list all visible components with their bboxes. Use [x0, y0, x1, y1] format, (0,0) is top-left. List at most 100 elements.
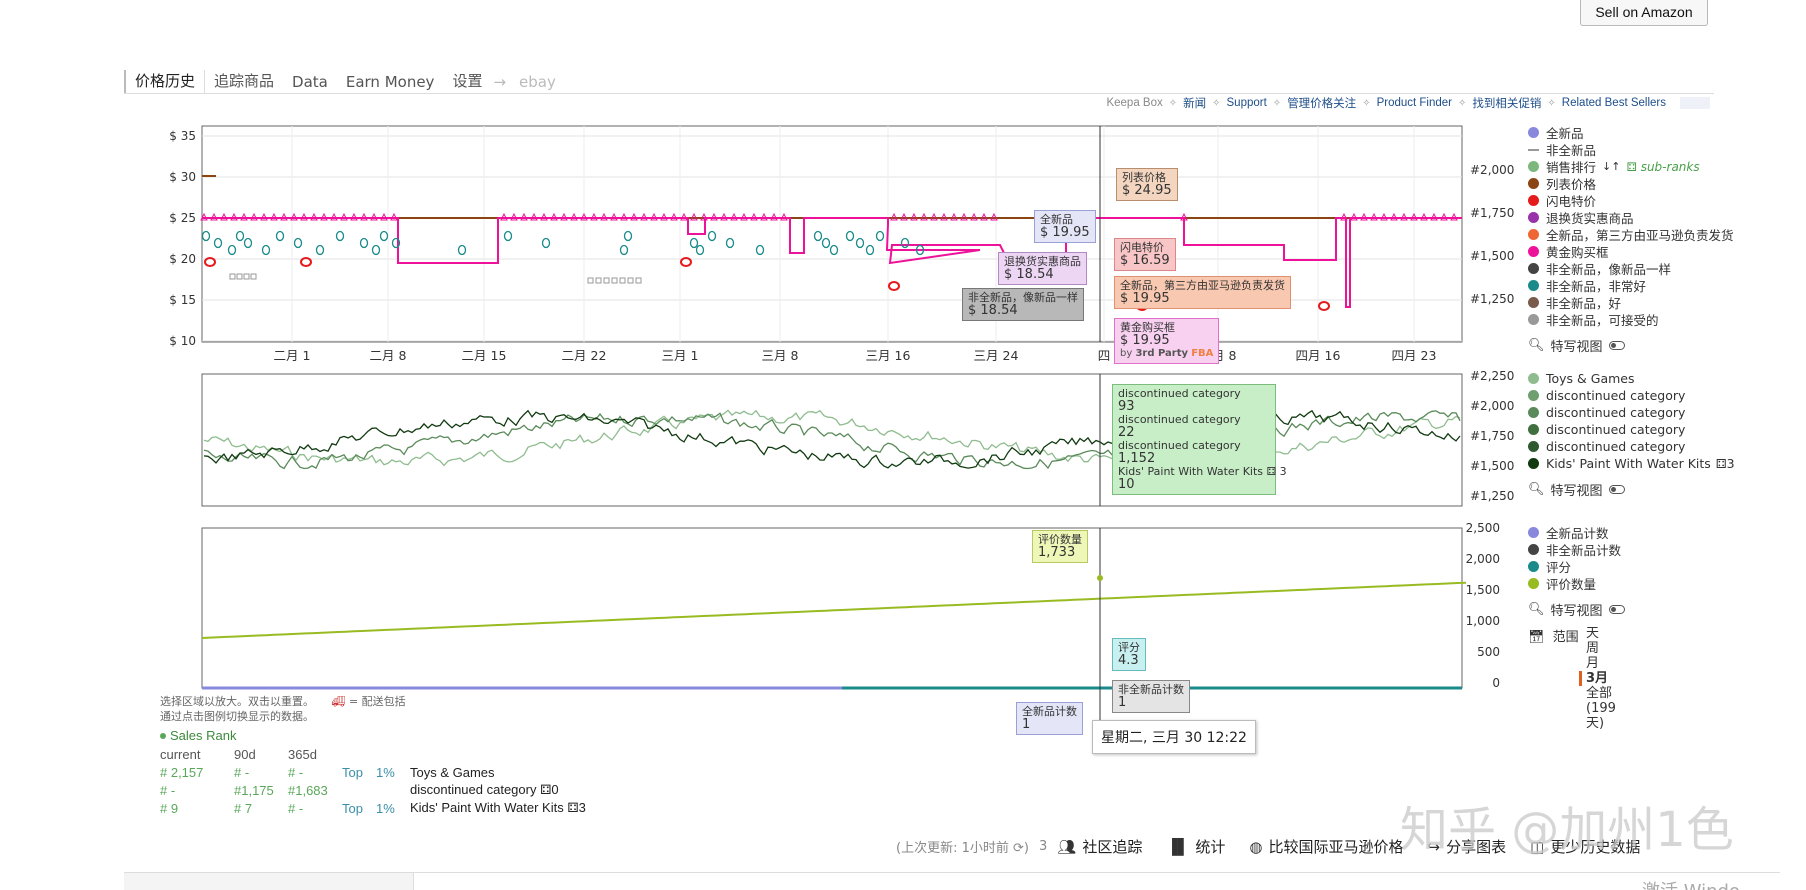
compare-prices-button[interactable]: ◍ 比较国际亚马逊价格: [1249, 836, 1403, 857]
legend-item-rating[interactable]: 评分: [1528, 558, 1625, 575]
legend-item-new-fba[interactable]: 全新品，第三方由亚马逊负责发货: [1528, 226, 1734, 243]
cell-top: Top: [342, 800, 363, 816]
tooltip-used-like-new: 非全新品，像新品一样 $ 18.54: [962, 288, 1084, 321]
price-y-axis: $ 35 $ 30 $ 25 $ 20 $ 15 $ 10: [169, 129, 196, 348]
stats-label: 统计: [1195, 838, 1226, 856]
zoom-label: 特写视图: [1550, 339, 1603, 355]
legend-label: 评价数量: [1546, 577, 1597, 592]
legend-swatch: [1528, 527, 1539, 538]
tooltip-value: 1,152: [1118, 451, 1156, 466]
community-label: 社区追踪: [1082, 838, 1143, 856]
cell-category[interactable]: Kids' Paint With Water Kits ⚃3: [410, 799, 592, 817]
tooltip-date: 星期二, 三月 30 12:22: [1092, 720, 1256, 754]
tooltip-rank: discontinued category 93 discontinued ca…: [1112, 384, 1287, 495]
legend-swatch: [1528, 127, 1539, 138]
zoom-toggle-counts[interactable]: 🔍︎ 特写视图: [1528, 600, 1625, 619]
legend-item-rank[interactable]: discontinued category: [1528, 438, 1735, 455]
legend-swatch: [1528, 578, 1539, 589]
stats-button[interactable]: ▐▌ 统计: [1166, 836, 1225, 857]
rank-tick-label: #2,000: [1470, 399, 1514, 413]
zoom-toggle-price[interactable]: 🔍︎ 特写视图: [1528, 336, 1734, 355]
category-extra: 0: [551, 782, 559, 797]
legend-item-warehouse[interactable]: 退换货实惠商品: [1528, 209, 1734, 226]
sub-ranks-toggle[interactable]: ⚃ sub-ranks: [1626, 160, 1699, 174]
legend-label: 非全新品，可接受的: [1546, 313, 1659, 328]
legend-item-buybox[interactable]: 黄金购买框: [1528, 243, 1734, 260]
refresh-icon[interactable]: ⟳: [1013, 841, 1024, 856]
legend-swatch: [1528, 458, 1539, 469]
legend-item-rank[interactable]: discontinued category: [1528, 404, 1735, 421]
legend-item-list-price[interactable]: 列表价格: [1528, 175, 1734, 192]
hierarchy-icon: ⚃: [1626, 159, 1641, 174]
legend-swatch: [1528, 263, 1539, 274]
cell-category[interactable]: Toys & Games: [410, 763, 592, 781]
tooltip-value: $ 19.95: [1040, 225, 1090, 240]
community-tracking-button[interactable]: 👥︎ 社区追踪: [1057, 836, 1142, 857]
magnifier-icon: 🔍︎: [1528, 337, 1545, 353]
range-week[interactable]: 周: [1586, 641, 1616, 656]
legend-item-new-count[interactable]: 全新品计数: [1528, 524, 1625, 541]
zoom-toggle-rank[interactable]: 🔍︎ 特写视图: [1528, 480, 1735, 499]
legend-item-used[interactable]: 非全新品: [1528, 141, 1734, 158]
y-tick-label: $ 25: [169, 211, 196, 225]
toggle-icon[interactable]: [1608, 484, 1625, 494]
tooltip-value: 22: [1118, 425, 1135, 440]
legend-item-rank[interactable]: discontinued category: [1528, 387, 1735, 404]
table-row: # 9 # 7 # - Top 1% Kids' Paint With Wate…: [160, 799, 592, 817]
toggle-icon[interactable]: [1608, 604, 1625, 614]
header-current: current: [160, 746, 201, 762]
globe-icon: ◍: [1249, 837, 1263, 856]
hint-line1: 选择区域以放大。双击以重置。: [160, 695, 314, 708]
range-month[interactable]: 月: [1586, 656, 1616, 671]
cell-current: # -: [160, 782, 176, 798]
count-tick-label: 0: [1492, 676, 1500, 690]
legend-swatch: [1528, 195, 1539, 206]
tooltip-review-count: 评价数量 1,733: [1032, 530, 1088, 563]
header-top: [342, 745, 376, 763]
legend-item-review-count[interactable]: 评价数量: [1528, 575, 1625, 592]
rank-tick-label: #1,250: [1470, 292, 1514, 306]
legend-counts: 全新品计数 非全新品计数 评分 评价数量 🔍︎ 特写视图: [1528, 524, 1625, 619]
tooltip-value: $ 18.54: [968, 303, 1018, 318]
legend-swatch: [1528, 544, 1539, 555]
tooltip-value: 10: [1118, 477, 1135, 492]
legend-item-used-good[interactable]: 非全新品，好: [1528, 294, 1734, 311]
count-chart-frame: [201, 527, 1463, 689]
tooltip-seller: 3rd Party: [1135, 348, 1189, 359]
users-icon: 👥︎: [1057, 837, 1077, 856]
legend-item-sales-rank[interactable]: 销售排行 ↓↑ ⚃ sub-ranks: [1528, 158, 1734, 175]
y-tick-label: $ 15: [169, 293, 196, 307]
legend-item-used-like-new[interactable]: 非全新品，像新品一样: [1528, 260, 1734, 277]
range-day[interactable]: 天: [1586, 626, 1616, 641]
range-3months[interactable]: 3月: [1579, 671, 1616, 686]
cell-category[interactable]: discontinued category ⚃0: [410, 781, 592, 799]
legend-item-rank[interactable]: Kids' Paint With Water Kits ⚃ 3: [1528, 455, 1735, 472]
legend-item-new[interactable]: 全新品: [1528, 124, 1734, 141]
range-all[interactable]: 全部 (199 天): [1586, 686, 1616, 731]
tooltip-value: $ 19.95: [1120, 333, 1170, 348]
count-y-axis: 2,500 2,000 1,500 1,000 500 0: [1466, 521, 1500, 690]
legend-label: discontinued category: [1546, 439, 1686, 454]
x-tick-label: 二月 22: [562, 348, 607, 363]
legend-item-lightning[interactable]: 闪电特价: [1528, 192, 1734, 209]
legend-swatch: [1528, 314, 1539, 325]
magnifier-icon: 🔍︎: [1528, 481, 1545, 497]
truck-icon: 🚚︎: [331, 695, 346, 708]
legend-item-used-acceptable[interactable]: 非全新品，可接受的: [1528, 311, 1734, 328]
zoom-label: 特写视图: [1550, 603, 1603, 619]
rank-tick-label: #1,500: [1470, 459, 1514, 473]
category-name[interactable]: discontinued category: [410, 782, 536, 797]
header-pct: [376, 745, 410, 763]
toggle-icon[interactable]: [1608, 340, 1625, 350]
x-tick-label: 二月 1: [274, 348, 311, 363]
category-name[interactable]: Kids' Paint With Water Kits: [410, 800, 564, 815]
legend-item-used-very-good[interactable]: 非全新品，非常好: [1528, 277, 1734, 294]
legend-label: discontinued category: [1546, 405, 1686, 420]
community-count: 3: [1038, 839, 1048, 854]
sort-icon[interactable]: ↓↑: [1602, 160, 1620, 173]
legend-item-used-count[interactable]: 非全新品计数: [1528, 541, 1625, 558]
legend-item-rank[interactable]: discontinued category: [1528, 421, 1735, 438]
legend-item-rank[interactable]: Toys & Games: [1528, 370, 1735, 387]
bar-chart-icon: ▐▌: [1166, 837, 1190, 856]
x-tick-label: 三月 24: [974, 348, 1019, 363]
